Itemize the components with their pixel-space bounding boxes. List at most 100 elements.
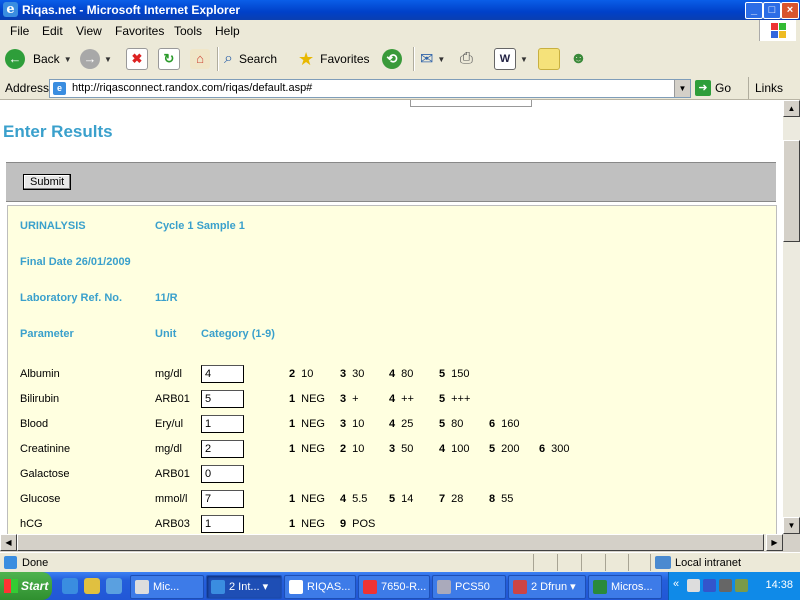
result-input-hcg[interactable] — [201, 515, 244, 533]
address-input[interactable]: e http://riqasconnect.randox.com/riqas/d… — [49, 79, 691, 98]
menu-edit[interactable]: Edit — [42, 24, 63, 38]
taskbar-item[interactable]: RIQAS... — [284, 575, 356, 599]
menu-view[interactable]: View — [76, 24, 102, 38]
vertical-scrollbar[interactable]: ▲ ▼ — [783, 100, 800, 534]
status-panel — [605, 554, 606, 571]
status-panel — [628, 554, 629, 571]
menu-help[interactable]: Help — [215, 24, 240, 38]
scroll-thumb[interactable] — [783, 140, 800, 242]
chevron-down-icon[interactable]: ▼ — [674, 80, 690, 97]
stop-button[interactable]: ✖ — [126, 48, 148, 70]
category-option: 5 14 — [389, 493, 414, 505]
forward-button[interactable]: → ▼ — [80, 48, 112, 70]
mail-icon: ✉ — [420, 51, 434, 68]
app-icon — [437, 580, 451, 594]
taskbar-item[interactable]: 2 Dfrun ▾ — [508, 575, 586, 599]
search-label: Search — [238, 52, 277, 66]
scroll-right-icon[interactable]: ▶ — [766, 534, 783, 551]
scroll-up-icon[interactable]: ▲ — [783, 100, 800, 117]
app-icon — [513, 580, 527, 594]
menu-file[interactable]: File — [10, 24, 29, 38]
category-option: 5 200 — [489, 443, 520, 455]
close-button[interactable]: × — [781, 2, 799, 19]
category-option: 1 NEG — [289, 443, 325, 455]
back-button[interactable]: ← Back ▼ — [5, 48, 72, 70]
taskbar-item[interactable]: Mic... — [130, 575, 204, 599]
discuss-button[interactable] — [538, 48, 560, 70]
search-button[interactable]: ⌕ Search — [224, 48, 277, 70]
tray-icon[interactable] — [687, 579, 700, 592]
lab-ref-label: Laboratory Ref. No. — [20, 292, 123, 304]
chevron-down-icon: ▼ — [63, 54, 72, 64]
frame-edge — [410, 100, 532, 107]
taskbar-item[interactable]: Micros... — [588, 575, 662, 599]
tray-expand-icon[interactable]: « — [673, 578, 679, 590]
category-option: 4 ++ — [389, 393, 414, 405]
quick-launch-app-icon[interactable] — [84, 578, 100, 594]
status-text: Done — [22, 557, 49, 569]
category-option: 2 10 — [340, 443, 365, 455]
toolbar: ← Back ▼ → ▼ ✖ ↻ ⌂ ⌕ Search ★ Favorites … — [0, 42, 800, 78]
address-label: Address — [5, 81, 50, 95]
intranet-icon — [655, 556, 671, 569]
mail-button[interactable]: ✉ ▼ — [420, 48, 445, 70]
quick-launch-ie-icon[interactable] — [62, 578, 78, 594]
app-icon — [135, 580, 149, 594]
page-icon: e — [53, 82, 66, 95]
minimize-button[interactable]: _ — [745, 2, 763, 19]
category-option: 4 80 — [389, 368, 414, 380]
clock: 14:38 — [765, 579, 793, 591]
zone-text: Local intranet — [675, 557, 742, 569]
start-button[interactable]: Start — [0, 572, 52, 600]
edit-button[interactable]: W ▼ — [494, 48, 528, 70]
refresh-button[interactable]: ↻ — [158, 48, 180, 70]
history-button[interactable]: ⟲ — [382, 48, 402, 70]
menu-favorites[interactable]: Favorites — [115, 24, 164, 38]
submit-bar: Submit — [6, 162, 776, 202]
scroll-thumb[interactable] — [17, 534, 764, 551]
ie-icon — [211, 580, 225, 594]
chevron-down-icon: ▼ — [520, 54, 528, 64]
result-input-bilirubin[interactable] — [201, 390, 244, 408]
menu-tools[interactable]: Tools — [174, 24, 202, 38]
category-option: 1 NEG — [289, 493, 325, 505]
favorites-button[interactable]: ★ Favorites — [298, 48, 370, 70]
taskbar-item[interactable]: 2 Int... ▾ — [206, 575, 282, 599]
go-button[interactable]: ➜ Go — [695, 80, 731, 96]
taskbar-item[interactable]: 7650-R... — [358, 575, 430, 599]
messenger-button[interactable]: ☻ — [570, 48, 587, 70]
category-option: 1 NEG — [289, 518, 325, 530]
horizontal-scrollbar[interactable]: ◀ ▶ — [0, 534, 783, 551]
program-name: URINALYSIS — [20, 220, 86, 232]
word-icon — [289, 580, 303, 594]
home-button[interactable]: ⌂ — [190, 48, 210, 70]
maximize-button[interactable]: □ — [763, 2, 781, 19]
result-input-creatinine[interactable] — [201, 440, 244, 458]
print-button[interactable]: ⎙ — [460, 48, 473, 70]
chevron-down-icon: ▼ — [437, 54, 446, 64]
results-panel: URINALYSIS Cycle 1 Sample 1 Final Date 2… — [7, 205, 777, 534]
links-button[interactable]: Links — [748, 77, 783, 99]
scroll-corner — [783, 534, 800, 551]
quick-launch-app-icon[interactable] — [106, 578, 122, 594]
result-input-glucose[interactable] — [201, 490, 244, 508]
parameter-name: hCG — [20, 518, 43, 530]
lab-ref-value: 11/R — [155, 292, 178, 304]
scroll-down-icon[interactable]: ▼ — [783, 517, 800, 534]
submit-button[interactable]: Submit — [23, 174, 72, 190]
tray-icon[interactable] — [735, 579, 748, 592]
tray-icon[interactable] — [703, 579, 716, 592]
parameter-unit: ARB01 — [155, 468, 190, 480]
windows-logo-icon — [759, 20, 796, 41]
menu-bar: File Edit View Favorites Tools Help — [0, 20, 800, 43]
system-tray: « 14:38 — [668, 572, 800, 600]
parameter-unit: mmol/l — [155, 493, 188, 505]
result-input-galactose[interactable] — [201, 465, 244, 483]
scroll-left-icon[interactable]: ◀ — [0, 534, 17, 551]
page-content: Enter Results Submit URINALYSIS Cycle 1 … — [0, 100, 783, 534]
taskbar: Start Mic... 2 Int... ▾ RIQAS... 7650-R.… — [0, 572, 800, 600]
result-input-blood[interactable] — [201, 415, 244, 433]
network-icon[interactable] — [719, 579, 732, 592]
taskbar-item[interactable]: PCS50 — [432, 575, 506, 599]
result-input-albumin[interactable] — [201, 365, 244, 383]
